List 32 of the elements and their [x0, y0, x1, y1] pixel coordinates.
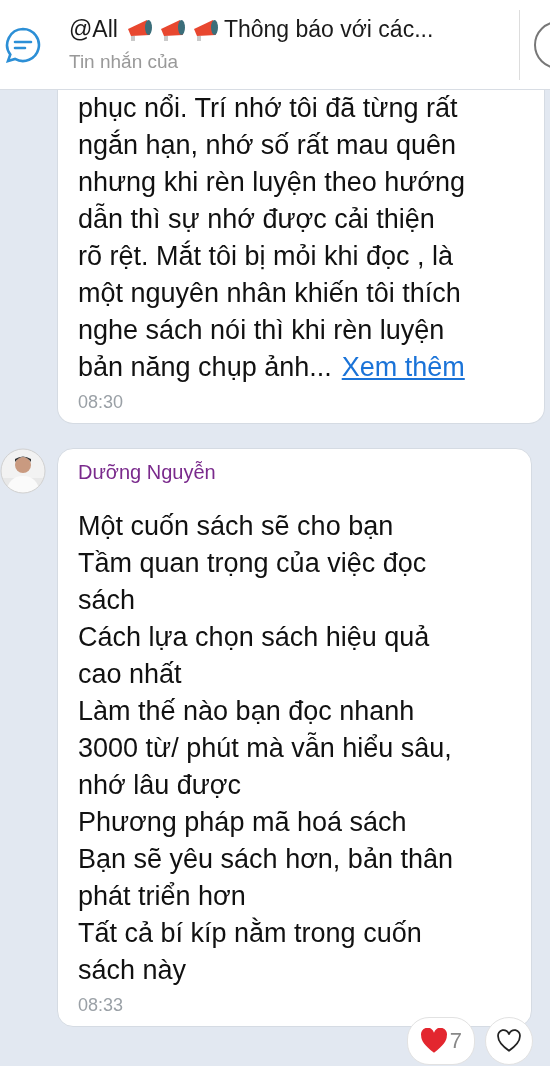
message-time: 08:33 — [78, 995, 125, 1016]
message-time: 08:30 — [78, 392, 125, 413]
message-text: nhưng khi rèn luyện theo hướng — [78, 166, 467, 199]
message-text: Bạn sẽ yêu sách hơn, bản thân — [78, 843, 454, 876]
message-text: Một cuốn sách sẽ cho bạn — [78, 510, 395, 543]
like-button[interactable] — [485, 1017, 533, 1065]
message-text: nhớ lâu được — [78, 769, 243, 802]
message-text: 3000 từ/ phút mà vẫn hiểu sâu, — [78, 731, 453, 765]
message-text: phục nổi. Trí nhớ tôi đã từng rất — [78, 92, 459, 125]
sender-name: Dưỡng Nguyễn — [78, 461, 217, 484]
message-text: dẫn thì sự nhớ được cải thiện — [78, 202, 436, 236]
message-text: bản năng chụp ảnh... — [78, 351, 332, 384]
heart-icon — [496, 1029, 522, 1053]
message-text: Tầm quan trọng của việc đọc — [78, 547, 428, 580]
message-text: nghe sách nói thì khi rèn luyện — [78, 314, 446, 347]
message-text: cao nhất — [78, 658, 183, 691]
message-text: ngắn hạn, nhớ số rất mau quên — [78, 128, 457, 162]
message-text: phát triển hơn — [78, 880, 247, 913]
mention-text: @All — [69, 16, 118, 43]
message-text: sách này — [78, 954, 188, 987]
message-text: Tất cả bí kíp nằm trong cuốn — [78, 916, 423, 950]
message-text: rõ rệt. Mắt tôi bị mỏi khi đọc , là — [78, 239, 455, 273]
see-more-link[interactable]: Xem thêm — [341, 349, 465, 386]
message-text: sách — [78, 584, 137, 617]
chat-title: Thông báo với các... — [223, 16, 434, 43]
heart-icon — [419, 1028, 448, 1054]
reaction-count[interactable]: 7 — [406, 1017, 475, 1065]
message-text: Phương pháp mã hoá sách — [78, 806, 408, 839]
message-text: Làm thế nào bạn đọc nhanh — [78, 695, 416, 728]
chat-subtitle: Tin nhắn của — [69, 51, 180, 73]
message-text: một nguyên nhân khiến tôi thích — [78, 277, 462, 310]
message-text: Cách lựa chọn sách hiệu quả — [78, 621, 431, 654]
